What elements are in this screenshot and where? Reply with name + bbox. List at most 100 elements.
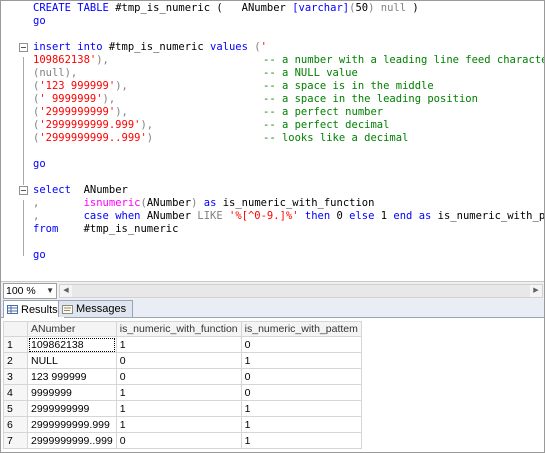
code-text: (null),	[33, 67, 77, 80]
cell-is-numeric-with-function[interactable]: 0	[115, 352, 242, 369]
code-comment: -- a space in the leading position	[263, 93, 478, 105]
fold-guide	[23, 200, 24, 256]
cell-anumber[interactable]: 109862138	[27, 336, 117, 353]
zoom-dropdown[interactable]: 100 % ▼	[3, 283, 57, 299]
tab-messages[interactable]: Messages	[58, 300, 134, 317]
row-number[interactable]: 2	[3, 352, 28, 369]
code-comment: -- a NULL value	[263, 67, 358, 79]
scroll-left-icon[interactable]: ◀	[60, 285, 72, 297]
row-number[interactable]: 6	[3, 416, 28, 433]
cell-anumber[interactable]: 2999999999	[27, 400, 117, 417]
code-text: go	[33, 249, 46, 262]
row-number[interactable]: 4	[3, 384, 28, 401]
column-header[interactable]: ANumber	[27, 321, 117, 337]
code-text: 109862138'),	[33, 54, 109, 67]
grid-header-row: ANumber is_numeric_with_function is_nume…	[3, 321, 362, 337]
collapse-icon[interactable]	[19, 43, 28, 52]
zoom-value: 100 %	[6, 285, 36, 297]
grid-icon	[7, 305, 18, 314]
code-token: #tmp_is_numeric	[58, 223, 179, 235]
cell-is-numeric-with-pattern[interactable]: 0	[240, 368, 362, 385]
row-number[interactable]: 3	[3, 368, 28, 385]
code-token: ),	[140, 119, 154, 131]
cell-is-numeric-with-pattern[interactable]: 0	[240, 384, 362, 401]
code-token: ' 9999999'	[39, 93, 103, 105]
cell-is-numeric-with-pattern[interactable]: 1	[240, 432, 362, 449]
code-token: is_numeric_with_function	[222, 197, 375, 209]
row-number[interactable]: 7	[3, 432, 28, 449]
table-row[interactable]: 3 123 999999 0 0	[3, 368, 362, 385]
code-token: '123 999999'	[39, 80, 116, 92]
query-window: CREATE TABLE #tmp_is_numeric ( ANumber […	[0, 0, 545, 453]
code-token: 50	[355, 2, 369, 14]
cell-is-numeric-with-function[interactable]: 0	[115, 432, 242, 449]
code-token: ),	[115, 80, 128, 92]
table-row[interactable]: 6 2999999999.999 1 1	[3, 416, 362, 433]
cell-is-numeric-with-function[interactable]: 1	[115, 384, 242, 401]
code-text: insert into #tmp_is_numeric values ('	[33, 41, 267, 54]
code-text: ('2999999999.999'),	[33, 119, 153, 132]
fold-guide	[23, 57, 24, 185]
code-token: is_numeric_with_pattern	[437, 210, 544, 222]
code-comment: -- looks like a decimal	[263, 132, 409, 144]
code-token: end as	[393, 210, 438, 222]
code-token: ANumber	[146, 210, 198, 222]
grid-corner[interactable]	[3, 321, 28, 337]
cell-anumber[interactable]: 123 999999	[27, 368, 117, 385]
tab-results[interactable]: Results	[3, 300, 65, 318]
code-token: insert into	[33, 41, 109, 53]
code-token: isnumeric	[83, 197, 141, 209]
code-token: ANumber	[228, 2, 293, 14]
cell-is-numeric-with-function[interactable]: 1	[115, 336, 242, 353]
cell-anumber[interactable]: NULL	[27, 352, 117, 369]
code-token: (null),	[33, 67, 78, 79]
cell-anumber[interactable]: 2999999999.999	[27, 416, 117, 433]
code-token: CREATE TABLE	[33, 2, 116, 14]
code-comment: -- a space is in the middle	[263, 80, 434, 92]
code-comment: -- a number with a leading line feed cha…	[263, 54, 544, 66]
tab-messages-label: Messages	[76, 303, 127, 315]
code-text: select ANumber	[33, 184, 128, 197]
table-row[interactable]: 2 NULL 0 1	[3, 352, 362, 369]
code-token: '%[^0-9.]%'	[229, 210, 299, 222]
cell-is-numeric-with-function[interactable]: 0	[115, 368, 242, 385]
results-grid[interactable]: ANumber is_numeric_with_function is_nume…	[3, 321, 362, 449]
row-number[interactable]: 5	[3, 400, 28, 417]
chevron-down-icon[interactable]: ▼	[46, 284, 54, 298]
scroll-right-icon[interactable]: ▶	[530, 285, 542, 297]
table-row[interactable]: 4 9999999 1 0	[3, 384, 362, 401]
cell-is-numeric-with-pattern[interactable]: 1	[240, 352, 362, 369]
cell-is-numeric-with-pattern[interactable]: 0	[240, 336, 362, 353]
table-row[interactable]: 5 2999999999 1 1	[3, 400, 362, 417]
code-token: '2999999999'	[39, 106, 116, 118]
code-token: '2999999999.999'	[39, 119, 141, 131]
code-token: '2999999999..999'	[39, 132, 147, 144]
cell-is-numeric-with-function[interactable]: 1	[115, 400, 242, 417]
cell-is-numeric-with-pattern[interactable]: 1	[240, 416, 362, 433]
sql-editor[interactable]: CREATE TABLE #tmp_is_numeric ( ANumber […	[1, 1, 544, 281]
horizontal-scrollbar[interactable]: ◀ ▶	[59, 284, 543, 298]
code-comment: -- a perfect number	[263, 106, 384, 118]
cell-is-numeric-with-function[interactable]: 1	[115, 416, 242, 433]
code-text: , isnumeric(ANumber) as is_numeric_with_…	[33, 197, 374, 210]
table-row[interactable]: 1 109862138 1 0	[3, 336, 362, 353]
code-comment: -- a perfect decimal	[263, 119, 390, 131]
code-token: 1	[380, 210, 394, 222]
code-text: go	[33, 15, 46, 28]
code-text: ('2999999999..999')	[33, 132, 153, 145]
code-token: [varchar]	[292, 2, 350, 14]
code-token: ),	[96, 54, 109, 66]
cell-is-numeric-with-pattern[interactable]: 1	[240, 400, 362, 417]
code-text: CREATE TABLE #tmp_is_numeric ( ANumber […	[33, 2, 419, 15]
code-token: ANumber	[146, 197, 192, 209]
cell-anumber[interactable]: 9999999	[27, 384, 117, 401]
messages-icon	[62, 304, 73, 314]
column-header[interactable]: is_numeric_with_pattem	[240, 321, 362, 337]
results-tab-bar: Results Messages	[1, 299, 544, 318]
collapse-icon[interactable]	[19, 186, 28, 195]
cell-anumber[interactable]: 2999999999..999	[27, 432, 117, 449]
column-header[interactable]: is_numeric_with_function	[115, 321, 242, 337]
code-text: ('123 999999'),	[33, 80, 128, 93]
table-row[interactable]: 7 2999999999..999 0 1	[3, 432, 362, 449]
row-number[interactable]: 1	[3, 336, 28, 353]
